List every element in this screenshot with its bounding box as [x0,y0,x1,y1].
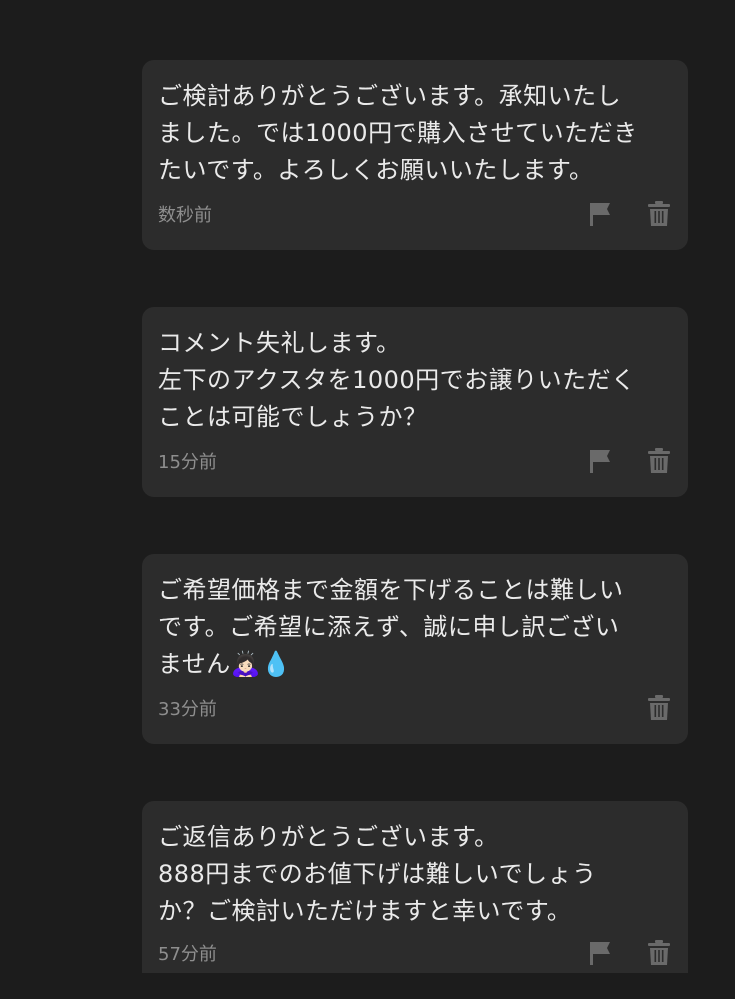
flag-icon [590,942,610,965]
comment-bubble: ご返信ありがとうございます。 888円までのお値下げは難しいでしょう か？ご検討… [142,801,688,973]
comment-text-line: です。ご希望に添えず、誠に申し訳ござい [158,613,620,641]
comment-meta: 33分前 [158,693,672,723]
comment-bubble: ご検討ありがとうございます。承知いたし ました。では1000円で購入させていただ… [142,60,688,250]
comment-thread: ご検討ありがとうございます。承知いたし ました。では1000円で購入させていただ… [0,0,735,999]
bowing-emoji: 🙇🏻‍♀️ [230,650,262,678]
report-button[interactable] [587,939,613,967]
report-button[interactable] [587,200,613,228]
comment-meta: 57分前 [158,938,672,968]
comment-text: ご返信ありがとうございます。 888円までのお値下げは難しいでしょう か？ご検討… [158,823,597,925]
comment-text: ご希望価格まで金額を下げることは難しい です。ご希望に添えず、誠に申し訳ござい … [158,572,672,683]
trash-icon [648,448,670,473]
delete-button[interactable] [646,447,672,475]
comment-text-line: ません [158,650,231,678]
trash-icon [648,201,670,226]
trash-icon [648,940,670,965]
comment-timestamp: 数秒前 [158,205,212,226]
flag-icon [590,450,610,473]
delete-button[interactable] [646,694,672,722]
droplet-emoji: 💧 [261,650,292,678]
delete-button[interactable] [646,200,672,228]
comment-bubble: コメント失礼します。 左下のアクスタを1000円でお譲りいただく ことは可能でし… [142,307,688,497]
comment-meta: 数秒前 [158,199,672,229]
comment-timestamp: 15分前 [158,452,217,473]
comment-text: コメント失礼します。 左下のアクスタを1000円でお譲りいただく ことは可能でし… [158,329,636,431]
trash-icon [648,695,670,720]
comment-bubble: ご希望価格まで金額を下げることは難しい です。ご希望に添えず、誠に申し訳ござい … [142,554,688,744]
comment-timestamp: 57分前 [158,944,217,965]
comment-timestamp: 33分前 [158,699,217,720]
report-button[interactable] [587,447,613,475]
comment-meta: 15分前 [158,446,672,476]
delete-button[interactable] [646,939,672,967]
comment-text-line: ご希望価格まで金額を下げることは難しい [158,576,624,604]
flag-icon [590,203,610,226]
comment-text: ご検討ありがとうございます。承知いたし ました。では1000円で購入させていただ… [158,82,638,184]
